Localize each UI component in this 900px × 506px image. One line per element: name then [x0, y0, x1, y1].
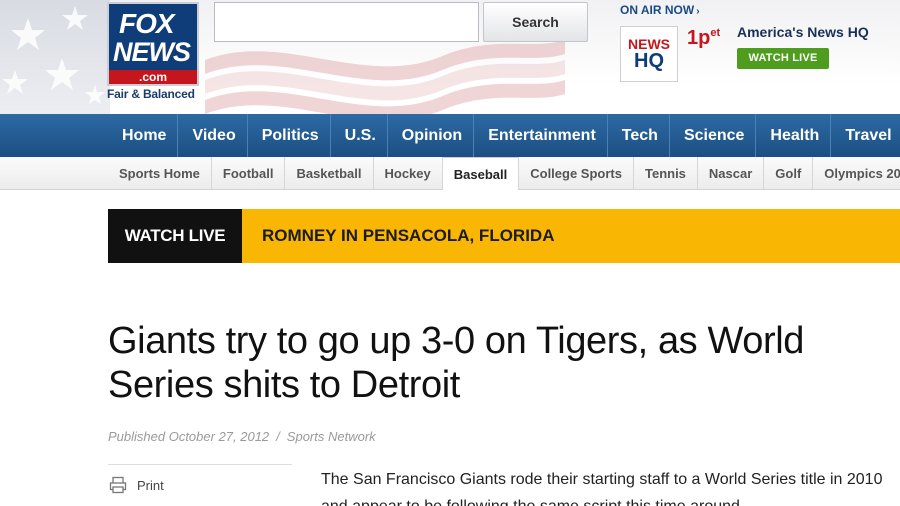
- banner-watch-live-label: WATCH LIVE: [108, 209, 242, 263]
- logo-domain: .com: [109, 70, 197, 84]
- on-air-now-link[interactable]: ON AIR NOW ›: [620, 3, 700, 17]
- nav-item-home[interactable]: Home: [108, 114, 177, 157]
- watch-live-banner[interactable]: WATCH LIVE ROMNEY IN PENSACOLA, FLORIDA: [108, 209, 900, 263]
- chevron-right-icon: ›: [696, 6, 700, 17]
- byline-separator: /: [276, 429, 280, 444]
- publish-date: Published October 27, 2012: [108, 429, 270, 444]
- logo-mark: FOX NEWS .com: [107, 2, 199, 86]
- subnav-item-olympics[interactable]: Olympics 20: [812, 157, 900, 190]
- nav-item-video[interactable]: Video: [177, 114, 246, 157]
- news-hq-badge[interactable]: NEWS HQ: [620, 26, 678, 82]
- nav-item-entertainment[interactable]: Entertainment: [473, 114, 607, 157]
- site-header: FOX NEWS .com Fair & Balanced Search ON …: [0, 0, 900, 114]
- subnav-item-hockey[interactable]: Hockey: [372, 157, 442, 190]
- news-hq-badge-line2: HQ: [634, 50, 664, 72]
- fox-news-logo[interactable]: FOX NEWS .com Fair & Balanced: [107, 2, 199, 101]
- nav-item-science[interactable]: Science: [668, 114, 755, 157]
- watch-live-button[interactable]: WATCH LIVE: [737, 48, 829, 69]
- subnav-item-college-sports[interactable]: College Sports: [518, 157, 633, 190]
- nav-item-politics[interactable]: Politics: [246, 114, 330, 157]
- news-hq-badge-line1: NEWS: [628, 36, 670, 52]
- subnav-item-sports-home[interactable]: Sports Home: [108, 157, 211, 190]
- show-time-zone: et: [710, 27, 721, 39]
- subnav-item-football[interactable]: Football: [210, 157, 285, 190]
- subnav-item-tennis[interactable]: Tennis: [632, 157, 697, 190]
- show-name-link[interactable]: America's News HQ: [737, 24, 869, 40]
- nav-item-us[interactable]: U.S.: [329, 114, 387, 157]
- logo-news-text: NEWS: [113, 37, 191, 67]
- nav-item-tech[interactable]: Tech: [606, 114, 669, 157]
- nav-item-travel[interactable]: Travel: [830, 114, 900, 157]
- show-time: 1pet: [687, 27, 720, 50]
- main-nav: Home Video Politics U.S. Opinion Enterta…: [0, 114, 900, 157]
- nav-item-health[interactable]: Health: [755, 114, 830, 157]
- show-time-hour: 1p: [687, 27, 711, 49]
- search-button[interactable]: Search: [483, 2, 588, 42]
- logo-tagline: Fair & Balanced: [107, 87, 195, 101]
- article-tools: Print: [108, 464, 292, 505]
- subnav-item-baseball[interactable]: Baseball: [441, 157, 519, 190]
- article-source: Sports Network: [286, 429, 376, 444]
- print-icon: [109, 476, 127, 494]
- subnav-item-basketball[interactable]: Basketball: [284, 157, 372, 190]
- print-label: Print: [137, 477, 164, 493]
- logo-fox-text: FOX: [119, 8, 175, 39]
- sports-sub-nav: Sports Home Football Basketball Hockey B…: [0, 157, 900, 190]
- subnav-item-golf[interactable]: Golf: [763, 157, 812, 190]
- stars-decoration: [0, 0, 110, 114]
- article-body: The San Francisco Giants rode their star…: [321, 471, 883, 506]
- subnav-item-nascar[interactable]: Nascar: [696, 157, 763, 190]
- search-input[interactable]: [214, 2, 479, 42]
- article-byline: Published October 27, 2012 / Sports Networ…: [108, 429, 376, 444]
- article-headline: Giants try to go up 3-0 on Tigers, as Wo…: [108, 320, 804, 406]
- print-button[interactable]: Print: [108, 465, 292, 505]
- on-air-label: ON AIR NOW: [620, 3, 695, 17]
- banner-headline: ROMNEY IN PENSACOLA, FLORIDA: [262, 226, 555, 245]
- nav-item-opinion[interactable]: Opinion: [386, 114, 473, 157]
